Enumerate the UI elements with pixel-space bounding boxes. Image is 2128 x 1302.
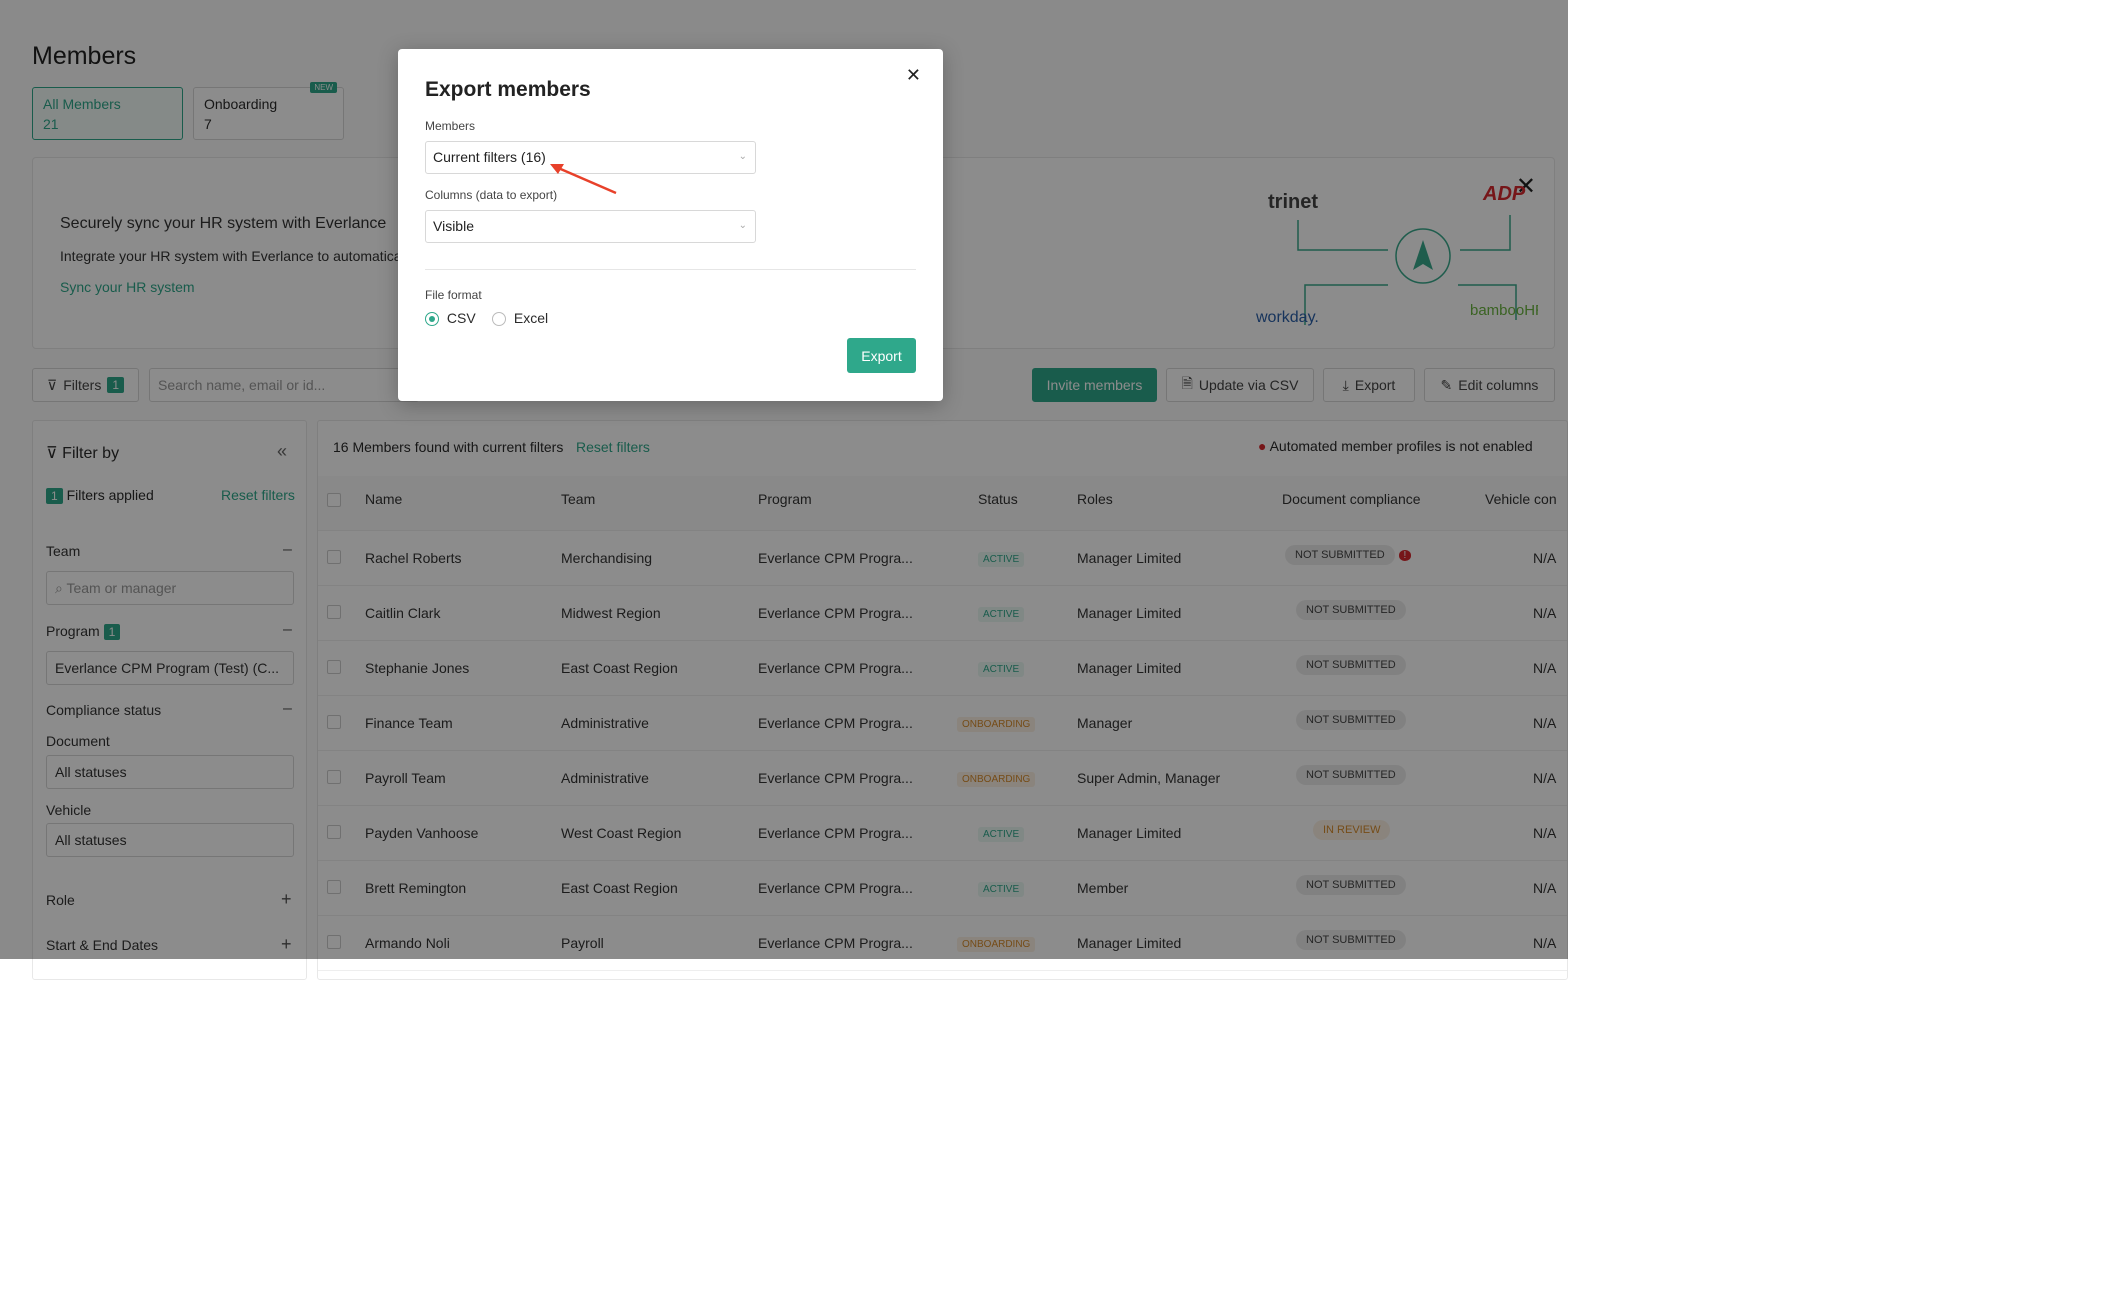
- file-format-label: File format: [425, 288, 482, 302]
- chevron-down-icon: ⌄: [738, 151, 747, 162]
- excel-label: Excel: [513, 310, 549, 326]
- members-value: Current filters (16): [433, 149, 546, 165]
- radio-selected-icon: [425, 312, 439, 327]
- divider: [425, 269, 916, 270]
- annotation-arrow-icon: [550, 164, 617, 195]
- columns-label: Columns (data to export): [425, 188, 558, 202]
- chevron-down-icon: ⌄: [738, 220, 747, 231]
- radio-unselected-icon: [492, 312, 506, 327]
- csv-label: CSV: [446, 310, 476, 326]
- close-icon[interactable]: ✕: [906, 65, 921, 86]
- columns-select[interactable]: Visible ⌄: [425, 210, 756, 243]
- export-members-modal: Export members ✕ Members Current filters…: [398, 49, 943, 401]
- excel-radio[interactable]: Excel: [492, 310, 549, 327]
- csv-radio[interactable]: CSV: [425, 310, 476, 327]
- export-button[interactable]: Export: [847, 338, 916, 373]
- columns-value: Visible: [433, 218, 474, 234]
- members-label: Members: [425, 119, 476, 133]
- modal-title: Export members: [425, 78, 591, 101]
